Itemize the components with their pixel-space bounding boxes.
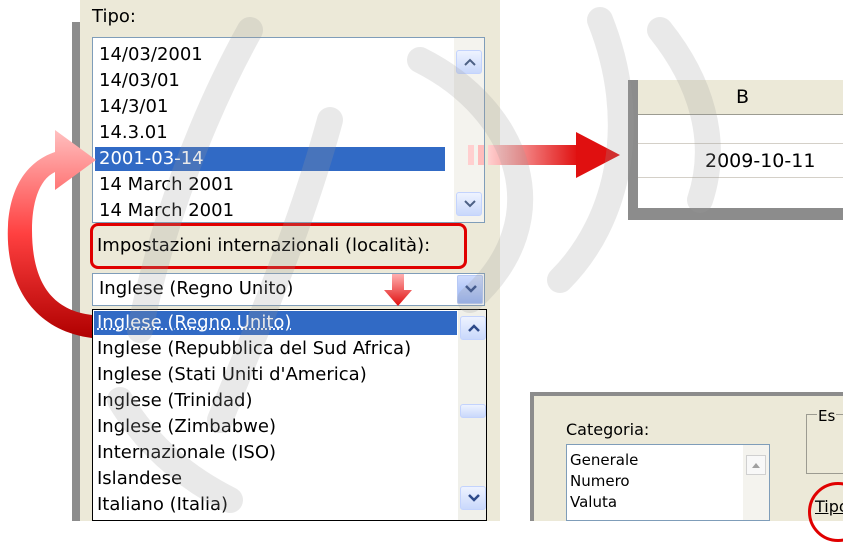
locale-select[interactable]: Inglese (Regno Unito) [92, 273, 485, 306]
right-arrow-icon [468, 132, 620, 178]
locale-option[interactable]: Inglese (Zimbabwe) [97, 415, 276, 439]
locale-option[interactable]: Inglese (Stati Uniti d'America) [97, 363, 367, 387]
tipo-list-item[interactable]: 14/03/2001 [99, 43, 203, 67]
tipo-list-item[interactable]: 14/03/01 [99, 69, 180, 93]
chevron-down-icon [468, 494, 480, 502]
dropdown-scroll-down-button[interactable] [460, 486, 486, 510]
locale-option[interactable]: Inglese (Regno Unito) [94, 311, 457, 335]
dropdown-scroll-thumb[interactable] [460, 404, 486, 418]
tipo-label: Tipo: [92, 6, 136, 27]
chevron-up-icon [464, 58, 476, 66]
scroll-up-button[interactable] [456, 50, 482, 74]
esempio-label: Es [817, 407, 837, 425]
category-item[interactable]: Generale [570, 451, 638, 470]
locale-dropdown-list[interactable]: Inglese (Regno Unito) Inglese (Repubblica… [92, 309, 487, 521]
category-scrollbar[interactable] [743, 445, 769, 520]
category-scroll-up-button[interactable] [746, 455, 766, 475]
row-divider [638, 177, 843, 178]
locale-option[interactable]: Inglese (Trinidad) [97, 389, 252, 413]
locale-select-value: Inglese (Regno Unito) [99, 278, 294, 299]
category-listbox[interactable]: Generale Numero Valuta [566, 444, 770, 521]
category-item[interactable]: Valuta [570, 493, 617, 512]
tipo-list-item[interactable]: 14 March 2001 [99, 173, 234, 197]
cell-b-value[interactable]: 2009-10-11 [705, 150, 815, 172]
scroll-down-button[interactable] [456, 192, 482, 216]
categoria-label: Categoria: [566, 420, 650, 439]
dropdown-scrollbar[interactable] [458, 310, 486, 520]
row-divider [638, 143, 843, 144]
category-item[interactable]: Numero [570, 472, 630, 491]
tipo-list-item[interactable]: 14 March 2001 [99, 199, 234, 222]
locale-option[interactable]: Italiano (Italia) [97, 493, 228, 517]
tipo-list-item[interactable]: 14.3.01 [99, 121, 168, 145]
locale-label: Impostazioni internazionali (località): [97, 235, 431, 256]
chevron-down-icon [464, 200, 476, 208]
down-arrow-icon [384, 274, 412, 306]
locale-dropdown-button[interactable] [457, 275, 483, 304]
locale-option[interactable]: Inglese (Repubblica del Sud Africa) [97, 337, 411, 361]
triangle-up-icon [752, 463, 760, 468]
chevron-up-icon [468, 324, 480, 332]
dropdown-scroll-up-button[interactable] [460, 316, 486, 340]
locale-option[interactable]: Islandese [97, 467, 182, 491]
column-header-label: B [736, 86, 750, 108]
esempio-group: Es [806, 407, 843, 474]
tipo-label-fragment: Tipo [815, 497, 843, 516]
locale-option[interactable]: Internazionale (ISO) [97, 441, 276, 465]
curved-arrow-icon [7, 130, 96, 338]
tipo-listbox[interactable]: 14/03/2001 14/03/01 14/3/01 14.3.01 2001-03-… [92, 37, 485, 223]
column-header-b[interactable]: B [638, 80, 843, 115]
chevron-down-icon [465, 285, 477, 293]
tipo-list-item[interactable]: 14/3/01 [99, 95, 168, 119]
tipo-list-item[interactable]: 2001-03-14 [95, 147, 445, 171]
